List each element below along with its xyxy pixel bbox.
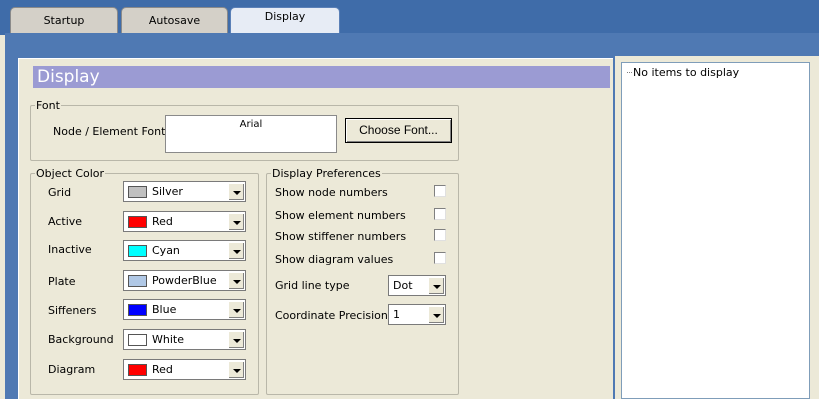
plate-color-select[interactable]: PowderBlue [123,270,246,291]
display-preferences-legend: Display Preferences [272,167,381,180]
empty-list-text: No items to display [633,66,740,79]
chevron-down-icon[interactable] [228,183,244,200]
color-label-inactive: Inactive [48,243,92,256]
background-color-value: White [152,333,184,346]
plate-color-swatch [128,275,147,287]
tab-autosave-label: Autosave [148,14,201,27]
stiffeners-color-select[interactable]: Blue [123,299,246,320]
stiffeners-color-swatch [128,304,147,316]
show-node-numbers-checkbox[interactable] [434,185,446,197]
node-element-font-label: Node / Element Font [53,125,166,138]
background-color-select[interactable]: White [123,329,246,350]
diagram-color-select[interactable]: Red [123,359,246,380]
chevron-down-icon[interactable] [228,331,244,348]
plate-color-value: PowderBlue [152,274,217,287]
show-element-numbers-label: Show element numbers [275,209,406,222]
grid-line-type-label: Grid line type [275,279,350,292]
choose-font-button[interactable]: Choose Font... [345,118,452,143]
active-color-select[interactable]: Red [123,211,246,232]
coordinate-precision-select[interactable]: 1 [388,304,446,325]
show-stiffener-numbers-label: Show stiffener numbers [275,230,407,243]
inactive-color-select[interactable]: Cyan [123,240,246,261]
color-label-grid: Grid [48,186,72,199]
coordinate-precision-value: 1 [393,308,400,321]
grid-line-type-value: Dot [393,279,413,292]
chevron-down-icon[interactable] [228,361,244,378]
page-title: Display [33,66,610,88]
chevron-down-icon[interactable] [228,242,244,259]
tree-line [627,72,632,73]
chevron-down-icon[interactable] [228,213,244,230]
grid-color-select[interactable]: Silver [123,181,246,202]
show-diagram-values-label: Show diagram values [275,253,394,266]
chevron-down-icon[interactable] [428,277,444,294]
tab-startup[interactable]: Startup [10,7,118,33]
tab-autosave[interactable]: Autosave [121,7,228,33]
chevron-down-icon[interactable] [228,272,244,289]
color-label-siffeners: Siffeners [48,304,97,317]
show-diagram-values-checkbox[interactable] [434,252,446,264]
items-list[interactable]: No items to display [621,62,810,399]
color-label-active: Active [48,215,83,228]
tab-startup-label: Startup [43,14,85,27]
tab-display-label: Display [264,10,306,23]
font-preview-text: Arial [239,119,263,130]
color-label-plate: Plate [48,275,76,288]
chevron-down-icon[interactable] [228,301,244,318]
font-group-legend: Font [36,99,60,112]
grid-color-value: Silver [152,185,183,198]
diagram-color-swatch [128,364,147,376]
active-color-value: Red [152,215,173,228]
object-color-legend: Object Color [36,167,105,180]
show-stiffener-numbers-checkbox[interactable] [434,229,446,241]
coordinate-precision-label: Coordinate Precision [275,309,388,322]
stiffeners-color-value: Blue [152,303,177,316]
inactive-color-value: Cyan [152,244,180,257]
background-color-swatch [128,334,147,346]
color-label-background: Background [48,333,114,346]
chevron-down-icon[interactable] [428,306,444,323]
active-color-swatch [128,216,147,228]
grid-line-type-select[interactable]: Dot [388,275,446,296]
color-label-diagram: Diagram [48,363,96,376]
font-preview: Arial [165,115,337,153]
inactive-color-swatch [128,245,147,257]
show-node-numbers-label: Show node numbers [275,186,388,199]
show-element-numbers-checkbox[interactable] [434,208,446,220]
diagram-color-value: Red [152,363,173,376]
grid-color-swatch [128,186,147,198]
